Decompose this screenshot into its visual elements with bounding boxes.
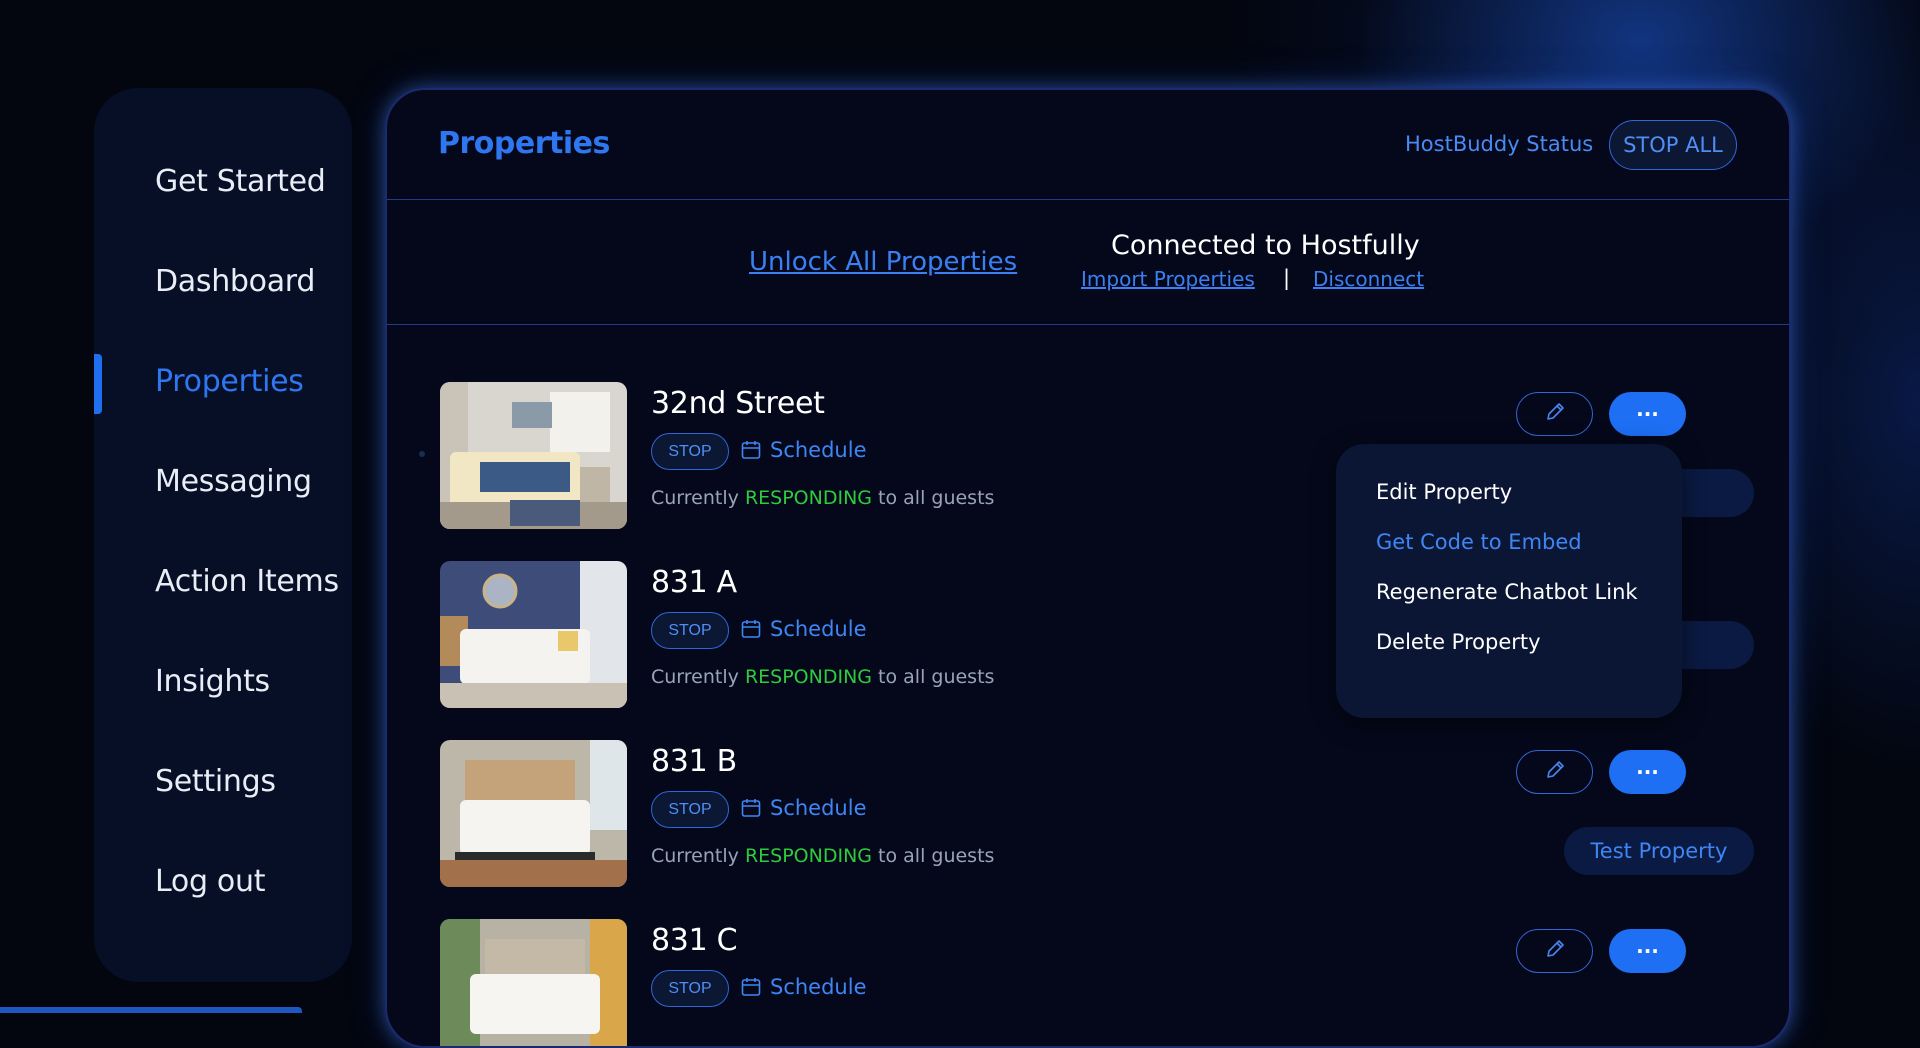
schedule-label: Schedule xyxy=(770,438,867,462)
pencil-icon xyxy=(1544,938,1566,964)
connection-bar: Unlock All Properties Connected to Hostf… xyxy=(387,200,1789,325)
responding-status: Currently RESPONDING to all guests xyxy=(651,666,995,688)
property-thumbnail[interactable] xyxy=(440,382,627,529)
schedule-button[interactable]: Schedule xyxy=(741,975,867,999)
property-thumbnail[interactable] xyxy=(440,561,627,708)
calendar-icon xyxy=(741,977,761,997)
schedule-label: Schedule xyxy=(770,975,867,999)
more-options-button[interactable]: ··· xyxy=(1609,929,1686,973)
menu-item-regenerate-chatbot-link[interactable]: Regenerate Chatbot Link xyxy=(1376,580,1638,604)
schedule-button[interactable]: Schedule xyxy=(741,796,867,820)
property-row: 831 C STOP Schedule ··· xyxy=(440,919,1740,1046)
stop-button[interactable]: STOP xyxy=(651,970,729,1007)
sidebar-item-action-items[interactable]: Action Items xyxy=(155,564,339,599)
menu-item-get-code-to-embed[interactable]: Get Code to Embed xyxy=(1376,530,1582,554)
property-options-menu: Edit Property Get Code to Embed Regenera… xyxy=(1336,444,1682,718)
schedule-label: Schedule xyxy=(770,796,867,820)
sidebar-item-insights[interactable]: Insights xyxy=(155,664,270,699)
property-name: 831 A xyxy=(651,565,737,600)
responding-status: Currently RESPONDING to all guests xyxy=(651,845,995,867)
sidebar: Get Started Dashboard Properties Messagi… xyxy=(94,88,352,982)
sidebar-item-get-started[interactable]: Get Started xyxy=(155,164,326,199)
decorative-dot xyxy=(419,451,425,457)
stop-all-button[interactable]: STOP ALL xyxy=(1609,120,1737,170)
property-name: 32nd Street xyxy=(651,386,825,421)
sidebar-item-properties[interactable]: Properties xyxy=(155,364,304,399)
responding-status: Currently RESPONDING to all guests xyxy=(651,487,995,509)
menu-item-edit-property[interactable]: Edit Property xyxy=(1376,480,1512,504)
calendar-icon xyxy=(741,619,761,639)
sidebar-item-dashboard[interactable]: Dashboard xyxy=(155,264,315,299)
edit-property-button[interactable] xyxy=(1516,929,1593,973)
schedule-button[interactable]: Schedule xyxy=(741,438,867,462)
property-name: 831 B xyxy=(651,744,737,779)
test-property-button[interactable]: Test Property xyxy=(1564,827,1754,875)
sidebar-item-settings[interactable]: Settings xyxy=(155,764,276,799)
property-thumbnail[interactable] xyxy=(440,919,627,1046)
calendar-icon xyxy=(741,798,761,818)
more-options-button[interactable]: ··· xyxy=(1609,392,1686,436)
property-row: 831 B STOP Schedule Currently RESPONDING… xyxy=(440,740,1754,890)
property-thumbnail[interactable] xyxy=(440,740,627,887)
connection-status-title: Connected to Hostfully xyxy=(1111,230,1420,261)
hostbuddy-status-label: HostBuddy Status xyxy=(1405,132,1594,156)
link-separator: | xyxy=(1283,266,1291,290)
panel-header: Properties HostBuddy Status STOP ALL xyxy=(387,90,1789,200)
property-name: 831 C xyxy=(651,923,738,958)
active-nav-indicator xyxy=(94,354,102,414)
stop-button[interactable]: STOP xyxy=(651,791,729,828)
calendar-icon xyxy=(741,440,761,460)
pencil-icon xyxy=(1544,759,1566,785)
stop-button[interactable]: STOP xyxy=(651,433,729,470)
import-properties-link[interactable]: Import Properties xyxy=(1081,267,1255,291)
edit-property-button[interactable] xyxy=(1516,392,1593,436)
sidebar-item-log-out[interactable]: Log out xyxy=(155,864,265,899)
menu-item-delete-property[interactable]: Delete Property xyxy=(1376,630,1541,654)
pencil-icon xyxy=(1544,401,1566,427)
unlock-all-properties-link[interactable]: Unlock All Properties xyxy=(749,247,1017,277)
sidebar-item-messaging[interactable]: Messaging xyxy=(155,464,312,499)
bottom-progress-bar xyxy=(0,1007,302,1013)
more-options-button[interactable]: ··· xyxy=(1609,750,1686,794)
schedule-label: Schedule xyxy=(770,617,867,641)
disconnect-link[interactable]: Disconnect xyxy=(1313,267,1424,291)
page-title: Properties xyxy=(438,126,610,161)
stop-button[interactable]: STOP xyxy=(651,612,729,649)
edit-property-button[interactable] xyxy=(1516,750,1593,794)
schedule-button[interactable]: Schedule xyxy=(741,617,867,641)
